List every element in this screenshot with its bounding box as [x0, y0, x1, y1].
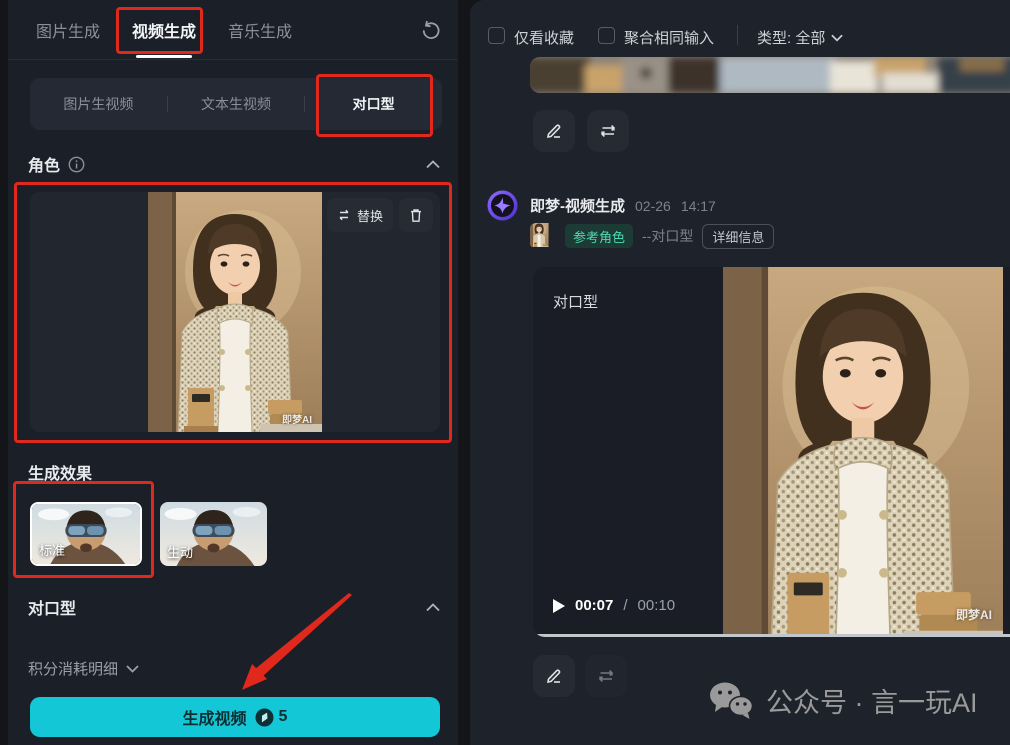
- details-button[interactable]: 详细信息: [702, 224, 774, 249]
- generate-cost-value: 5: [279, 708, 288, 726]
- regenerate-button[interactable]: [585, 655, 627, 697]
- reference-role-tag[interactable]: 参考角色: [565, 224, 633, 248]
- mode-tab-bar: 图片生成 视频生成 音乐生成: [8, 0, 458, 60]
- character-section-header: 角色: [28, 152, 440, 176]
- wechat-watermark: 公众号 · 言一玩AI: [708, 680, 978, 720]
- result-video-frame: [723, 267, 1003, 634]
- delete-character-button[interactable]: [399, 198, 433, 232]
- record-time: 14:17: [681, 198, 716, 214]
- video-progress-bar[interactable]: [533, 634, 1010, 637]
- tab-music-generation[interactable]: 音乐生成: [228, 18, 292, 42]
- edit-prompt-button[interactable]: [533, 655, 575, 697]
- type-filter-label: 类型: 全部: [757, 27, 825, 48]
- play-icon[interactable]: [553, 599, 565, 613]
- swap-icon: [337, 209, 351, 221]
- image-watermark: 即梦AI: [282, 411, 312, 426]
- reference-thumbnail[interactable]: [530, 223, 556, 249]
- jimeng-avatar: [487, 190, 518, 221]
- pencil-icon: [545, 667, 563, 685]
- lipsync-section-title: 对口型: [28, 595, 76, 619]
- replace-button-label: 替换: [357, 206, 383, 225]
- lipsync-section-header: 对口型: [28, 595, 440, 619]
- time-separator: /: [623, 597, 627, 614]
- video-type-label: 对口型: [553, 291, 598, 312]
- swap-icon: [599, 123, 617, 139]
- wechat-watermark-text: 公众号 · 言一玩AI: [766, 681, 978, 720]
- video-subtab-bar: 图片生视频 文本生视频 对口型: [30, 78, 442, 130]
- effect-option-standard[interactable]: 标准: [30, 502, 142, 566]
- tab-video-generation[interactable]: 视频生成: [132, 18, 196, 42]
- character-image: [148, 192, 322, 432]
- chevron-down-icon: [831, 34, 843, 42]
- record-header: 即梦-视频生成 02-26 14:17: [530, 195, 716, 216]
- regenerate-button[interactable]: [587, 110, 629, 152]
- effect-vivid-label: 生动: [167, 542, 193, 561]
- effect-section-header: 生成效果: [28, 460, 440, 484]
- video-watermark: 即梦AI: [956, 606, 992, 623]
- generation-sidebar: 图片生成 视频生成 音乐生成 图片生视频 文本生视频 对口型 角色 即梦AI: [8, 0, 458, 745]
- wechat-icon: [708, 680, 754, 720]
- chevron-up-icon[interactable]: [426, 160, 440, 169]
- trash-icon: [409, 208, 423, 223]
- info-icon[interactable]: [68, 156, 85, 173]
- pencil-icon: [545, 122, 563, 140]
- record-source: 即梦-视频生成: [530, 195, 625, 216]
- subtab-lip-sync[interactable]: 对口型: [305, 94, 442, 114]
- replace-button[interactable]: 替换: [327, 198, 393, 232]
- total-duration: 00:10: [638, 597, 676, 614]
- generate-video-label: 生成视频: [183, 705, 247, 729]
- favorites-checkbox[interactable]: [488, 27, 505, 44]
- chevron-down-icon: [126, 665, 139, 673]
- effect-standard-label: 标准: [39, 540, 65, 559]
- effect-section-title: 生成效果: [28, 460, 92, 484]
- history-panel: 仅看收藏 聚合相同输入 类型: 全部 即梦-视频生成 02-26 14:17: [470, 0, 1010, 745]
- previous-result-image: [530, 57, 1010, 93]
- energy-icon: [255, 708, 274, 727]
- record-mode-text: --对口型: [642, 226, 693, 246]
- aggregate-checkbox[interactable]: [598, 27, 615, 44]
- chevron-up-icon[interactable]: [426, 603, 440, 612]
- record-meta-row: 参考角色 --对口型 详细信息: [530, 223, 774, 249]
- type-filter-dropdown[interactable]: 类型: 全部: [757, 27, 843, 48]
- generate-video-button[interactable]: 生成视频 5: [30, 697, 440, 737]
- edit-prompt-button[interactable]: [533, 110, 575, 152]
- character-section-title: 角色: [28, 152, 60, 176]
- player-controls: 00:07 / 00:10: [553, 597, 675, 614]
- character-reference-card[interactable]: 即梦AI 替换: [30, 192, 440, 432]
- effect-option-vivid[interactable]: 生动: [160, 502, 267, 566]
- swap-icon: [597, 668, 615, 684]
- reset-icon[interactable]: [418, 18, 444, 44]
- favorites-checkbox-label[interactable]: 仅看收藏: [514, 27, 574, 48]
- aggregate-checkbox-label[interactable]: 聚合相同输入: [624, 27, 714, 48]
- subtab-image-to-video[interactable]: 图片生视频: [30, 94, 167, 114]
- subtab-text-to-video[interactable]: 文本生视频: [168, 94, 305, 114]
- current-time: 00:07: [575, 597, 613, 614]
- previous-result-thumbnail[interactable]: [530, 57, 1010, 93]
- record-date: 02-26: [635, 198, 671, 214]
- credits-detail-toggle[interactable]: 积分消耗明细: [28, 658, 139, 679]
- reference-thumbnail-image: [530, 223, 556, 249]
- result-video-card[interactable]: 对口型 即梦AI 00:07 / 00:10: [533, 267, 1010, 637]
- tab-image-generation[interactable]: 图片生成: [36, 18, 100, 42]
- credits-detail-label: 积分消耗明细: [28, 658, 118, 679]
